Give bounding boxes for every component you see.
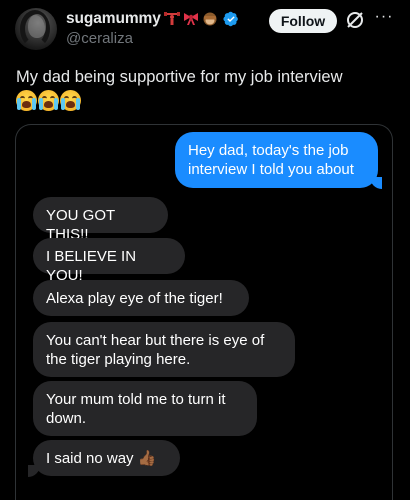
verified-badge-icon [223,11,238,27]
received-message-bubble: I said no way 👍🏾 [33,440,180,476]
received-message-bubble: Alexa play eye of the tiger! [33,280,249,316]
message-line: down. [46,410,87,427]
message-line: Your mum told me to turn it [46,391,226,408]
see-no-evil-monkey-emoji-icon [202,12,218,26]
follow-button[interactable]: Follow [269,9,337,33]
tweet-header: sugamummy @ceraliza Follow ··· [0,0,410,60]
received-message-bubble: I BELIEVE IN YOU! [33,238,185,284]
more-options-icon[interactable]: ··· [374,8,394,30]
user-handle[interactable]: @ceraliza [66,30,133,47]
tweet-media-image[interactable]: Hey dad, today's the job interview I tol… [15,124,393,500]
loudly-crying-face-icon [38,90,59,111]
avatar[interactable] [15,8,57,50]
tweet-text: My dad being supportive for my job inter… [16,68,343,86]
weightlifter-emoji-icon [163,12,180,26]
received-message-bubble: YOU GOT THIS!! [33,197,168,243]
tweet-emojis [16,90,81,111]
name-row: sugamummy [66,9,239,29]
loudly-crying-face-icon [16,90,37,111]
display-name[interactable]: sugamummy [66,10,161,28]
sent-message-bubble: Hey dad, today's the job interview I tol… [175,132,378,188]
message-line: You can't hear but there is eye of [46,332,265,349]
received-message-bubble: You can't hear but there is eye of the t… [33,322,295,377]
ribbon-emoji-icon [183,12,199,26]
message-line: Alexa play eye of the tiger! [46,290,223,307]
received-message-bubble: Your mum told me to turn it down. [33,381,257,436]
bubble-tail [28,465,40,477]
loudly-crying-face-icon [60,90,81,111]
thumbs-up-emoji-icon: 👍🏾 [137,449,157,467]
message-line: the tiger playing here. [46,351,191,368]
message-line: interview I told you about [188,161,354,178]
message-line: Hey dad, today's the job [188,142,349,159]
message-line: I said no way [46,450,134,467]
bubble-tail [370,177,382,189]
grok-icon[interactable] [345,10,365,30]
